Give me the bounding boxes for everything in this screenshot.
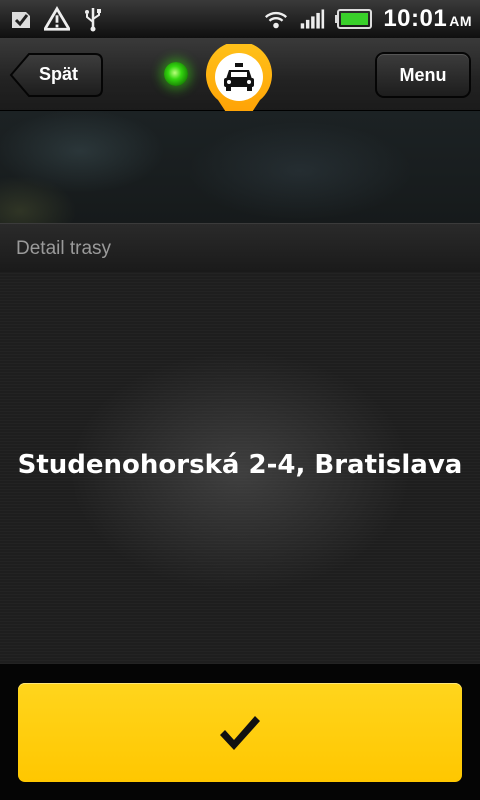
bottom-bar	[0, 664, 480, 800]
menu-button[interactable]: Menu	[375, 52, 471, 98]
wifi-icon	[263, 6, 289, 32]
confirm-button[interactable]	[18, 683, 462, 782]
clock: 10:01 AM	[383, 5, 472, 33]
clock-time: 10:01	[383, 5, 448, 32]
check-notification-icon	[8, 6, 34, 32]
back-button[interactable]: Spät	[9, 52, 104, 98]
map-preview	[0, 111, 480, 223]
status-bar: 10:01 AM	[0, 0, 480, 39]
checkmark-icon	[220, 715, 260, 750]
signal-icon	[299, 6, 325, 32]
usb-icon	[80, 6, 106, 32]
warning-icon	[44, 6, 70, 32]
route-detail-panel: Studenohorská 2-4, Bratislava	[0, 272, 480, 664]
gps-status-indicator	[164, 62, 188, 86]
status-bar-left	[8, 4, 106, 34]
section-header: Detail trasy	[0, 223, 480, 273]
destination-address: Studenohorská 2-4, Bratislava	[17, 450, 463, 480]
battery-icon	[335, 6, 373, 32]
section-title: Detail trasy	[16, 238, 112, 259]
menu-button-label: Menu	[399, 64, 447, 85]
status-bar-right: 10:01 AM	[263, 4, 472, 34]
clock-ampm: AM	[449, 13, 472, 29]
back-button-label: Spät	[39, 64, 79, 84]
